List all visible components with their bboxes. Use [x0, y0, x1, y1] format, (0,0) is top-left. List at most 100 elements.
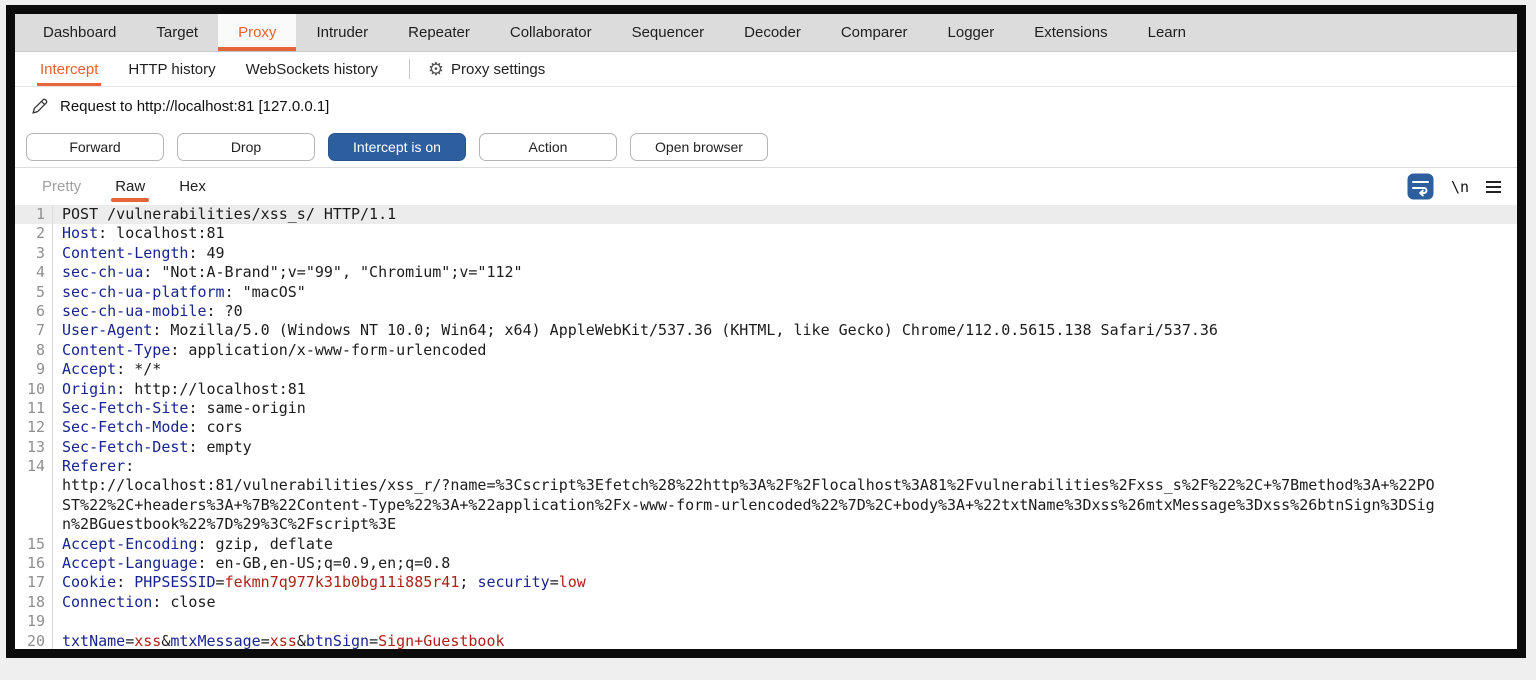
editor-tab-raw[interactable]: Raw [98, 168, 162, 205]
hamburger-menu-icon[interactable] [1486, 181, 1501, 193]
code-line-text: ST%22%2C+headers%3A+%7B%22Content-Type%2… [53, 496, 1435, 515]
request-banner-text: Request to http://localhost:81 [127.0.0.… [60, 98, 329, 115]
code-line-wrap[interactable]: n%2BGuestbook%22%7D%29%3C%2Fscript%3E [15, 515, 1517, 534]
main-tab-target[interactable]: Target [136, 14, 218, 51]
code-line-text: Origin: http://localhost:81 [53, 380, 306, 399]
code-line-text: http://localhost:81/vulnerabilities/xss_… [53, 476, 1435, 495]
code-line-text: Connection: close [53, 593, 216, 612]
line-number: 6 [15, 302, 53, 321]
code-line-14[interactable]: 14Referer: [15, 457, 1517, 476]
main-tab-repeater[interactable]: Repeater [388, 14, 490, 51]
line-number: 1 [15, 205, 53, 224]
editor-icons: \n [1407, 168, 1501, 205]
main-tab-intruder[interactable]: Intruder [296, 14, 388, 51]
sub-tab-http-history[interactable]: HTTP history [113, 52, 230, 86]
code-line-text: n%2BGuestbook%22%7D%29%3C%2Fscript%3E [53, 515, 396, 534]
code-line-19[interactable]: 19 [15, 612, 1517, 631]
drop-button[interactable]: Drop [177, 133, 315, 161]
code-line-6[interactable]: 6sec-ch-ua-mobile: ?0 [15, 302, 1517, 321]
code-line-text: sec-ch-ua-mobile: ?0 [53, 302, 243, 321]
word-wrap-toggle-icon[interactable] [1407, 173, 1434, 200]
proxy-settings-button[interactable]: Proxy settings [451, 61, 545, 78]
code-line-18[interactable]: 18Connection: close [15, 593, 1517, 612]
code-line-text: Sec-Fetch-Mode: cors [53, 418, 243, 437]
forward-button[interactable]: Forward [26, 133, 164, 161]
code-line-text: txtName=xss&mtxMessage=xss&btnSign=Sign+… [53, 632, 505, 651]
line-number: 12 [15, 418, 53, 437]
line-number: 17 [15, 573, 53, 592]
code-line-16[interactable]: 16Accept-Language: en-GB,en-US;q=0.9,en;… [15, 554, 1517, 573]
line-number: 4 [15, 263, 53, 282]
sub-tab-websockets-history[interactable]: WebSockets history [231, 52, 393, 86]
code-line-13[interactable]: 13Sec-Fetch-Dest: empty [15, 438, 1517, 457]
code-line-12[interactable]: 12Sec-Fetch-Mode: cors [15, 418, 1517, 437]
code-line-1[interactable]: 1POST /vulnerabilities/xss_s/ HTTP/1.1 [15, 205, 1517, 224]
code-line-text: Accept-Language: en-GB,en-US;q=0.9,en;q=… [53, 554, 450, 573]
action-button[interactable]: Action [479, 133, 617, 161]
code-line-5[interactable]: 5sec-ch-ua-platform: "macOS" [15, 283, 1517, 302]
show-newlines-toggle[interactable]: \n [1451, 178, 1469, 196]
main-tab-sequencer[interactable]: Sequencer [612, 14, 725, 51]
request-banner: Request to http://localhost:81 [127.0.0.… [15, 87, 1517, 126]
code-line-8[interactable]: 8Content-Type: application/x-www-form-ur… [15, 341, 1517, 360]
line-number [15, 515, 53, 534]
code-line-15[interactable]: 15Accept-Encoding: gzip, deflate [15, 535, 1517, 554]
main-tab-decoder[interactable]: Decoder [724, 14, 821, 51]
code-line-11[interactable]: 11Sec-Fetch-Site: same-origin [15, 399, 1517, 418]
main-tab-logger[interactable]: Logger [928, 14, 1015, 51]
line-number: 8 [15, 341, 53, 360]
open-browser-button[interactable]: Open browser [630, 133, 768, 161]
line-number: 9 [15, 360, 53, 379]
line-number: 16 [15, 554, 53, 573]
line-number: 10 [15, 380, 53, 399]
line-number: 18 [15, 593, 53, 612]
main-tab-collaborator[interactable]: Collaborator [490, 14, 612, 51]
main-tab-proxy[interactable]: Proxy [218, 14, 296, 51]
code-line-text: Accept-Encoding: gzip, deflate [53, 535, 333, 554]
code-line-20[interactable]: 20txtName=xss&mtxMessage=xss&btnSign=Sig… [15, 632, 1517, 651]
main-tab-dashboard[interactable]: Dashboard [23, 14, 136, 51]
line-number: 20 [15, 632, 53, 651]
sub-tab-intercept[interactable]: Intercept [25, 52, 113, 86]
code-line-3[interactable]: 3Content-Length: 49 [15, 244, 1517, 263]
main-tab-extensions[interactable]: Extensions [1014, 14, 1127, 51]
code-line-text: Content-Length: 49 [53, 244, 225, 263]
line-number [15, 476, 53, 495]
pencil-icon [30, 97, 49, 116]
code-line-17[interactable]: 17Cookie: PHPSESSID=fekmn7q977k31b0bg11i… [15, 573, 1517, 592]
code-line-9[interactable]: 9Accept: */* [15, 360, 1517, 379]
code-line-wrap[interactable]: http://localhost:81/vulnerabilities/xss_… [15, 476, 1517, 495]
code-line-10[interactable]: 10Origin: http://localhost:81 [15, 380, 1517, 399]
line-number: 11 [15, 399, 53, 418]
line-number [15, 496, 53, 515]
line-number: 7 [15, 321, 53, 340]
gear-icon[interactable]: ⚙ [428, 60, 444, 78]
editor-tabs: PrettyRawHex [25, 168, 223, 205]
main-tab-comparer[interactable]: Comparer [821, 14, 928, 51]
code-line-text: Accept: */* [53, 360, 161, 379]
line-number: 19 [15, 612, 53, 631]
intercept-is-on-button[interactable]: Intercept is on [328, 133, 466, 161]
line-number: 5 [15, 283, 53, 302]
line-number: 14 [15, 457, 53, 476]
code-line-text: Sec-Fetch-Site: same-origin [53, 399, 306, 418]
burp-window: DashboardTargetProxyIntruderRepeaterColl… [6, 5, 1526, 658]
code-line-2[interactable]: 2Host: localhost:81 [15, 224, 1517, 243]
code-line-text: sec-ch-ua: "Not:A-Brand";v="99", "Chromi… [53, 263, 523, 282]
code-line-wrap[interactable]: ST%22%2C+headers%3A+%7B%22Content-Type%2… [15, 496, 1517, 515]
editor-tab-pretty[interactable]: Pretty [25, 168, 98, 205]
main-tab-bar: DashboardTargetProxyIntruderRepeaterColl… [15, 14, 1517, 52]
editor-tab-hex[interactable]: Hex [162, 168, 223, 205]
editor-tab-bar: PrettyRawHex \n [15, 168, 1517, 205]
code-line-text: Host: localhost:81 [53, 224, 225, 243]
code-line-text: Sec-Fetch-Dest: empty [53, 438, 252, 457]
sub-tabs: InterceptHTTP historyWebSockets history [25, 52, 393, 86]
code-line-text: Content-Type: application/x-www-form-url… [53, 341, 486, 360]
code-line-7[interactable]: 7User-Agent: Mozilla/5.0 (Windows NT 10.… [15, 321, 1517, 340]
code-line-text: Referer: [53, 457, 134, 476]
main-tab-learn[interactable]: Learn [1128, 14, 1206, 51]
line-number: 13 [15, 438, 53, 457]
proxy-sub-tab-bar: InterceptHTTP historyWebSockets history … [15, 52, 1517, 87]
code-line-4[interactable]: 4sec-ch-ua: "Not:A-Brand";v="99", "Chrom… [15, 263, 1517, 282]
raw-request-editor[interactable]: 1POST /vulnerabilities/xss_s/ HTTP/1.12H… [15, 205, 1517, 651]
